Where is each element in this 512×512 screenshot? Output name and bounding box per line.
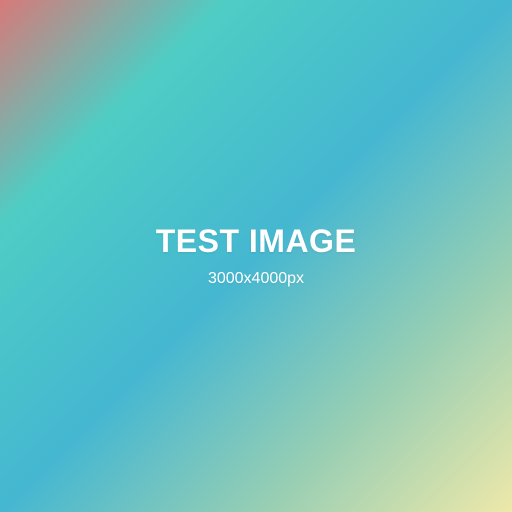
gradient-background: TEST IMAGE 3000x4000px [0, 0, 512, 512]
image-title: TEST IMAGE [155, 223, 357, 259]
image-dimensions: 3000x4000px [207, 270, 305, 287]
